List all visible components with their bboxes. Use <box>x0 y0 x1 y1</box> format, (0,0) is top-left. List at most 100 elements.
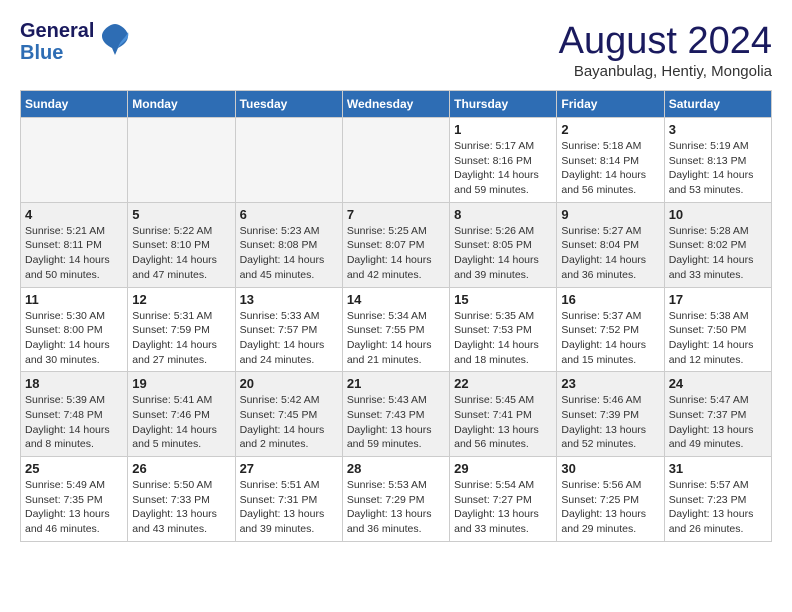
calendar-cell: 27 Sunrise: 5:51 AM Sunset: 7:31 PM Dayli… <box>235 457 342 542</box>
weekday-header-monday: Monday <box>128 91 235 118</box>
day-info: Sunrise: 5:19 AM Sunset: 8:13 PM Dayligh… <box>669 139 767 198</box>
calendar-cell: 30 Sunrise: 5:56 AM Sunset: 7:25 PM Dayli… <box>557 457 664 542</box>
day-number: 20 <box>240 376 338 391</box>
day-number: 24 <box>669 376 767 391</box>
day-number: 5 <box>132 207 230 222</box>
day-number: 10 <box>669 207 767 222</box>
day-info: Sunrise: 5:18 AM Sunset: 8:14 PM Dayligh… <box>561 139 659 198</box>
calendar-cell: 20 Sunrise: 5:42 AM Sunset: 7:45 PM Dayli… <box>235 372 342 457</box>
calendar-cell: 5 Sunrise: 5:22 AM Sunset: 8:10 PM Daylig… <box>128 202 235 287</box>
day-info: Sunrise: 5:33 AM Sunset: 7:57 PM Dayligh… <box>240 309 338 368</box>
logo-bird-icon <box>100 22 130 62</box>
day-info: Sunrise: 5:41 AM Sunset: 7:46 PM Dayligh… <box>132 393 230 452</box>
day-info: Sunrise: 5:26 AM Sunset: 8:05 PM Dayligh… <box>454 224 552 283</box>
calendar-cell: 15 Sunrise: 5:35 AM Sunset: 7:53 PM Dayli… <box>450 287 557 372</box>
day-info: Sunrise: 5:51 AM Sunset: 7:31 PM Dayligh… <box>240 478 338 537</box>
day-number: 14 <box>347 292 445 307</box>
calendar-cell: 18 Sunrise: 5:39 AM Sunset: 7:48 PM Dayli… <box>21 372 128 457</box>
day-number: 28 <box>347 461 445 476</box>
calendar-cell: 23 Sunrise: 5:46 AM Sunset: 7:39 PM Dayli… <box>557 372 664 457</box>
day-number: 8 <box>454 207 552 222</box>
calendar-week-row: 25 Sunrise: 5:49 AM Sunset: 7:35 PM Dayli… <box>21 457 772 542</box>
calendar-cell: 19 Sunrise: 5:41 AM Sunset: 7:46 PM Dayli… <box>128 372 235 457</box>
day-number: 21 <box>347 376 445 391</box>
calendar-cell: 21Sunrise: 5:43 AM Sunset: 7:43 PM Dayli… <box>342 372 449 457</box>
day-info: Sunrise: 5:56 AM Sunset: 7:25 PM Dayligh… <box>561 478 659 537</box>
calendar-cell: 26Sunrise: 5:50 AM Sunset: 7:33 PM Dayli… <box>128 457 235 542</box>
day-number: 27 <box>240 461 338 476</box>
day-number: 31 <box>669 461 767 476</box>
logo-general: General <box>20 20 94 42</box>
day-info: Sunrise: 5:47 AM Sunset: 7:37 PM Dayligh… <box>669 393 767 452</box>
logo: General Blue <box>20 20 130 64</box>
weekday-header-saturday: Saturday <box>664 91 771 118</box>
day-info: Sunrise: 5:49 AM Sunset: 7:35 PM Dayligh… <box>25 478 123 537</box>
calendar-cell: 9 Sunrise: 5:27 AM Sunset: 8:04 PM Daylig… <box>557 202 664 287</box>
day-info: Sunrise: 5:21 AM Sunset: 8:11 PM Dayligh… <box>25 224 123 283</box>
day-info: Sunrise: 5:42 AM Sunset: 7:45 PM Dayligh… <box>240 393 338 452</box>
calendar-cell <box>342 118 449 203</box>
day-number: 16 <box>561 292 659 307</box>
calendar-table: SundayMondayTuesdayWednesdayThursdayFrid… <box>20 90 772 542</box>
day-number: 3 <box>669 122 767 137</box>
day-info: Sunrise: 5:39 AM Sunset: 7:48 PM Dayligh… <box>25 393 123 452</box>
weekday-header-tuesday: Tuesday <box>235 91 342 118</box>
weekday-header-sunday: Sunday <box>21 91 128 118</box>
day-number: 4 <box>25 207 123 222</box>
calendar-title: August 2024 <box>559 20 772 63</box>
calendar-cell <box>235 118 342 203</box>
calendar-cell: 8 Sunrise: 5:26 AM Sunset: 8:05 PM Daylig… <box>450 202 557 287</box>
day-info: Sunrise: 5:54 AM Sunset: 7:27 PM Dayligh… <box>454 478 552 537</box>
day-info: Sunrise: 5:50 AM Sunset: 7:33 PM Dayligh… <box>132 478 230 537</box>
day-info: Sunrise: 5:27 AM Sunset: 8:04 PM Dayligh… <box>561 224 659 283</box>
calendar-cell: 14 Sunrise: 5:34 AM Sunset: 7:55 PM Dayli… <box>342 287 449 372</box>
calendar-week-row: 18 Sunrise: 5:39 AM Sunset: 7:48 PM Dayli… <box>21 372 772 457</box>
weekday-header-wednesday: Wednesday <box>342 91 449 118</box>
day-number: 6 <box>240 207 338 222</box>
day-number: 2 <box>561 122 659 137</box>
day-number: 23 <box>561 376 659 391</box>
day-info: Sunrise: 5:30 AM Sunset: 8:00 PM Dayligh… <box>25 309 123 368</box>
day-number: 15 <box>454 292 552 307</box>
day-info: Sunrise: 5:17 AM Sunset: 8:16 PM Dayligh… <box>454 139 552 198</box>
calendar-cell <box>128 118 235 203</box>
day-info: Sunrise: 5:53 AM Sunset: 7:29 PM Dayligh… <box>347 478 445 537</box>
day-number: 11 <box>25 292 123 307</box>
day-number: 7 <box>347 207 445 222</box>
logo-blue: Blue <box>20 42 94 64</box>
day-info: Sunrise: 5:37 AM Sunset: 7:52 PM Dayligh… <box>561 309 659 368</box>
day-info: Sunrise: 5:35 AM Sunset: 7:53 PM Dayligh… <box>454 309 552 368</box>
day-number: 1 <box>454 122 552 137</box>
day-info: Sunrise: 5:22 AM Sunset: 8:10 PM Dayligh… <box>132 224 230 283</box>
day-number: 25 <box>25 461 123 476</box>
calendar-cell: 3 Sunrise: 5:19 AM Sunset: 8:13 PM Daylig… <box>664 118 771 203</box>
calendar-cell: 16 Sunrise: 5:37 AM Sunset: 7:52 PM Dayli… <box>557 287 664 372</box>
day-info: Sunrise: 5:28 AM Sunset: 8:02 PM Dayligh… <box>669 224 767 283</box>
day-number: 9 <box>561 207 659 222</box>
weekday-header-friday: Friday <box>557 91 664 118</box>
weekday-header-row: SundayMondayTuesdayWednesdayThursdayFrid… <box>21 91 772 118</box>
calendar-cell: 12Sunrise: 5:31 AM Sunset: 7:59 PM Dayli… <box>128 287 235 372</box>
day-number: 19 <box>132 376 230 391</box>
day-number: 18 <box>25 376 123 391</box>
day-number: 29 <box>454 461 552 476</box>
day-info: Sunrise: 5:23 AM Sunset: 8:08 PM Dayligh… <box>240 224 338 283</box>
calendar-cell: 29 Sunrise: 5:54 AM Sunset: 7:27 PM Dayli… <box>450 457 557 542</box>
day-number: 30 <box>561 461 659 476</box>
calendar-cell: 4 Sunrise: 5:21 AM Sunset: 8:11 PM Daylig… <box>21 202 128 287</box>
calendar-cell: 2 Sunrise: 5:18 AM Sunset: 8:14 PM Daylig… <box>557 118 664 203</box>
calendar-cell: 11 Sunrise: 5:30 AM Sunset: 8:00 PM Dayli… <box>21 287 128 372</box>
day-number: 22 <box>454 376 552 391</box>
calendar-subtitle: Bayanbulag, Hentiy, Mongolia <box>559 63 772 80</box>
calendar-cell: 28 Sunrise: 5:53 AM Sunset: 7:29 PM Dayli… <box>342 457 449 542</box>
day-number: 13 <box>240 292 338 307</box>
day-info: Sunrise: 5:38 AM Sunset: 7:50 PM Dayligh… <box>669 309 767 368</box>
day-number: 17 <box>669 292 767 307</box>
day-info: Sunrise: 5:34 AM Sunset: 7:55 PM Dayligh… <box>347 309 445 368</box>
title-section: August 2024 Bayanbulag, Hentiy, Mongolia <box>559 20 772 80</box>
calendar-week-row: 11 Sunrise: 5:30 AM Sunset: 8:00 PM Dayli… <box>21 287 772 372</box>
day-info: Sunrise: 5:46 AM Sunset: 7:39 PM Dayligh… <box>561 393 659 452</box>
calendar-cell <box>21 118 128 203</box>
calendar-cell: 7Sunrise: 5:25 AM Sunset: 8:07 PM Daylig… <box>342 202 449 287</box>
weekday-header-thursday: Thursday <box>450 91 557 118</box>
